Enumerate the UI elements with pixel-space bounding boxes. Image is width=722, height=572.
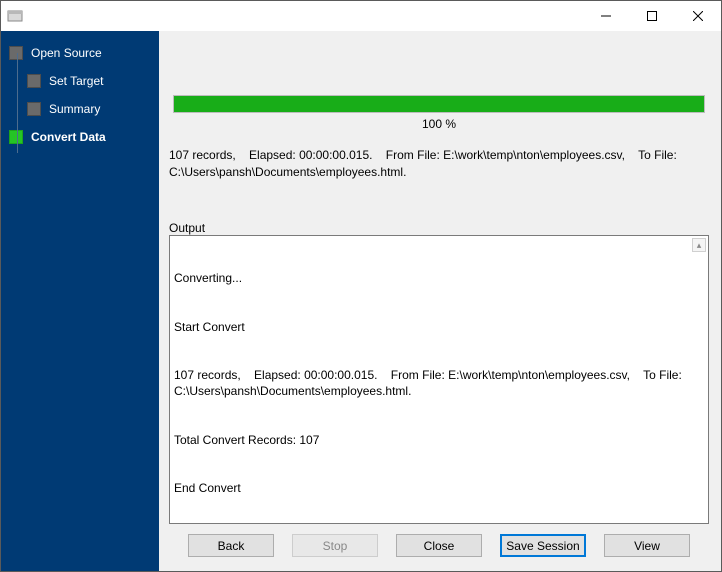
stop-button: Stop	[292, 534, 378, 557]
output-log[interactable]: Converting... Start Convert 107 records,…	[169, 235, 709, 524]
scroll-up-icon[interactable]: ▴	[692, 238, 706, 252]
wizard-sidebar: Open Source Set Target Summary Convert D…	[1, 31, 159, 571]
app-window: Open Source Set Target Summary Convert D…	[0, 0, 722, 572]
main-inner: 100 % 107 records, Elapsed: 00:00:00.015…	[169, 37, 709, 561]
output-label: Output	[169, 221, 709, 235]
step-label: Set Target	[49, 74, 103, 88]
minimize-button[interactable]	[583, 1, 629, 31]
output-line: Converting...	[174, 270, 704, 286]
save-session-button[interactable]: Save Session	[500, 534, 586, 557]
output-line: Total Convert Records: 107	[174, 432, 704, 448]
button-row: Back Stop Close Save Session View	[169, 524, 709, 561]
main-panel: 100 % 107 records, Elapsed: 00:00:00.015…	[159, 31, 721, 571]
view-button[interactable]: View	[604, 534, 690, 557]
step-summary[interactable]: Summary	[27, 95, 159, 123]
conversion-summary: 107 records, Elapsed: 00:00:00.015. From…	[169, 147, 709, 181]
step-box-icon	[27, 74, 41, 88]
step-label: Summary	[49, 102, 100, 116]
close-window-button[interactable]	[675, 1, 721, 31]
step-label: Convert Data	[31, 130, 106, 144]
content-area: Open Source Set Target Summary Convert D…	[1, 31, 721, 571]
close-button[interactable]: Close	[396, 534, 482, 557]
output-line: Start Convert	[174, 319, 704, 335]
step-box-icon	[9, 130, 23, 144]
tree-connector	[17, 53, 18, 153]
back-button[interactable]: Back	[188, 534, 274, 557]
step-label: Open Source	[31, 46, 102, 60]
progress-area: 100 %	[169, 37, 709, 131]
step-set-target[interactable]: Set Target	[27, 67, 159, 95]
progress-percent-text: 100 %	[173, 117, 705, 131]
app-icon	[7, 8, 23, 24]
titlebar	[1, 1, 721, 31]
maximize-button[interactable]	[629, 1, 675, 31]
output-line: 107 records, Elapsed: 00:00:00.015. From…	[174, 367, 704, 399]
output-line: End Convert	[174, 480, 704, 496]
step-open-source[interactable]: Open Source	[9, 39, 159, 67]
step-convert-data[interactable]: Convert Data	[9, 123, 159, 151]
step-box-icon	[27, 102, 41, 116]
step-box-icon	[9, 46, 23, 60]
progress-bar	[173, 95, 705, 113]
progress-fill	[174, 96, 704, 112]
window-controls	[583, 1, 721, 31]
